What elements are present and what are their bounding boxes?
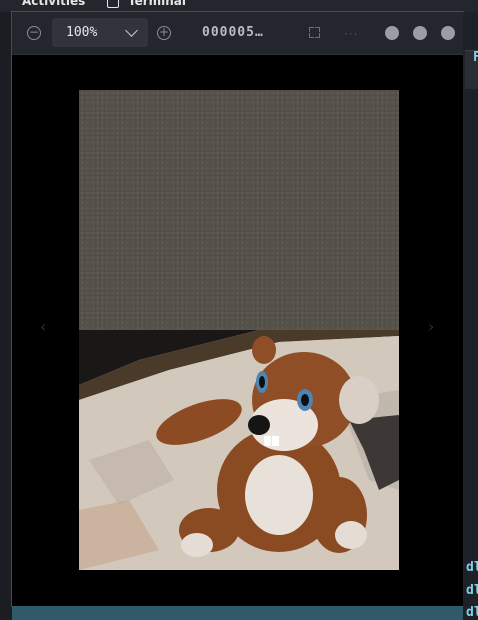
terminal-line: dl xyxy=(466,605,478,620)
image-viewer-window: − 100% + 000005… ··· ‹ › xyxy=(12,12,463,606)
chevron-left-icon[interactable]: ‹ xyxy=(40,317,46,336)
chevron-right-icon[interactable]: › xyxy=(428,317,434,336)
maximize-window-button[interactable] xyxy=(413,26,427,40)
viewer-bottom-bar xyxy=(12,606,463,620)
image-photo-region xyxy=(79,330,399,570)
image-canvas[interactable]: ‹ › xyxy=(12,55,463,606)
zoom-level-dropdown[interactable]: 100% xyxy=(52,18,148,47)
image-noise-region xyxy=(79,90,399,330)
zoom-in-button[interactable]: + xyxy=(157,26,171,40)
viewer-header-bar: − 100% + 000005… ··· xyxy=(12,12,463,55)
close-window-button[interactable] xyxy=(441,26,455,40)
image-filename-title: 000005… xyxy=(202,25,264,40)
desktop: Activities Terminal − 100% + 000005… ··· xyxy=(0,0,478,620)
plus-icon: + xyxy=(158,25,170,39)
activities-button[interactable]: Activities xyxy=(22,0,85,8)
chevron-down-icon xyxy=(125,24,138,37)
menu-dots-icon[interactable]: ··· xyxy=(344,27,358,41)
terminal-line: dl xyxy=(466,560,478,575)
panel-header-letter: F xyxy=(473,50,478,65)
top-bar: Activities Terminal xyxy=(0,0,478,12)
zoom-level-value: 100% xyxy=(66,25,98,40)
minus-icon: − xyxy=(28,25,40,39)
minimize-window-button[interactable] xyxy=(385,26,399,40)
terminal-app-menu[interactable]: Terminal xyxy=(128,0,186,8)
terminal-app-icon xyxy=(107,0,119,8)
plush-toy-photo xyxy=(79,330,399,570)
terminal-line: dl xyxy=(466,583,478,598)
zoom-out-button[interactable]: − xyxy=(27,26,41,40)
displayed-image xyxy=(79,90,399,570)
adjacent-window-panel xyxy=(463,12,478,620)
left-desktop-strip xyxy=(0,12,12,620)
fullscreen-icon[interactable] xyxy=(309,27,320,38)
